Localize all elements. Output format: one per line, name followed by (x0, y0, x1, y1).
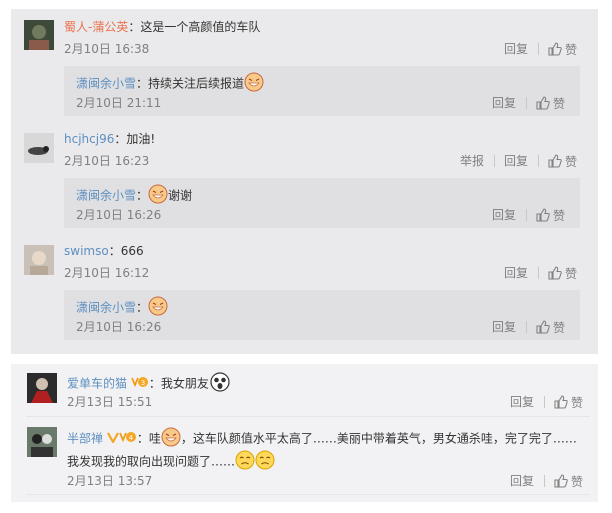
thumbs-up-icon (548, 154, 562, 168)
avatar[interactable] (24, 245, 54, 275)
thumbs-up-icon (536, 208, 550, 222)
verified-badge-icon (106, 431, 119, 447)
comment-time: 2月13日 13:57 (67, 474, 153, 488)
comment-text: 我女朋友 (160, 376, 209, 391)
report-button[interactable]: 举报 (460, 154, 484, 168)
reply-line: 潇闽余小雪：持续关注后续报道 (76, 72, 264, 96)
like-button[interactable]: 赞 (554, 474, 583, 489)
grin-emoji (148, 296, 168, 320)
comment-text: ，这车队颜值水平太高了……美丽中带着英气，男女通杀哇，完了完了…… (180, 431, 577, 446)
grin-emoji (161, 427, 181, 451)
sad-emoji (235, 450, 255, 474)
reply-button[interactable]: 回复 (504, 42, 528, 56)
shocked-emoji (209, 372, 231, 396)
divider (526, 209, 527, 221)
replier-name[interactable]: 潇闽余小雪 (76, 189, 136, 203)
divider (538, 43, 539, 55)
comment-text: 哇 (148, 431, 161, 446)
like-button[interactable]: 赞 (548, 42, 577, 57)
like-button[interactable]: 赞 (536, 320, 565, 335)
like-button[interactable]: 赞 (554, 395, 583, 410)
thumbs-up-icon (554, 395, 568, 409)
reply-button[interactable]: 回复 (504, 154, 528, 168)
reply-text: 持续关注后续报道 (148, 76, 245, 91)
comment-line: 我发现我的取向出现问题了…… (67, 450, 275, 474)
reply-text: 谢谢 (168, 188, 193, 203)
reply-time: 2月10日 21:11 (76, 96, 162, 110)
replier-name[interactable]: 潇闽余小雪 (76, 77, 136, 91)
reply-button[interactable]: 回复 (492, 208, 516, 222)
thumbs-up-icon (548, 42, 562, 56)
reply-line: 潇闽余小雪： (76, 296, 168, 320)
avatar[interactable] (24, 133, 54, 163)
divider (544, 396, 545, 408)
comment-line: 半部禅 4 ：哇 ，这车队颜值水平太高了……美丽中带着英气，男女通杀哇，完了完了…… (67, 427, 577, 451)
comment-text: 我发现我的取向出现问题了…… (67, 454, 236, 469)
like-button[interactable]: 赞 (548, 266, 577, 281)
reply-button[interactable]: 回复 (510, 395, 534, 409)
divider (494, 155, 495, 167)
grin-emoji (148, 184, 168, 208)
svg-text:3: 3 (141, 379, 145, 387)
replier-name[interactable]: 潇闽余小雪 (76, 301, 136, 315)
reply-time: 2月10日 16:26 (76, 208, 162, 222)
comment-divider (26, 416, 590, 417)
reply-time: 2月10日 16:26 (76, 320, 162, 334)
divider (538, 267, 539, 279)
reply-button[interactable]: 回复 (504, 266, 528, 280)
comment-divider (26, 494, 590, 495)
divider (526, 97, 527, 109)
svg-text:4: 4 (129, 434, 134, 442)
sad-emoji (255, 450, 275, 474)
commenter-name[interactable]: hcjhcj96 (64, 132, 114, 146)
like-button[interactable]: 赞 (548, 154, 577, 169)
comment-time: 2月10日 16:38 (64, 42, 150, 56)
avatar[interactable] (24, 20, 54, 50)
comment-time: 2月13日 15:51 (67, 395, 153, 409)
thumbs-up-icon (536, 320, 550, 334)
commenter-name[interactable]: 半部禅 (67, 432, 103, 446)
thumbs-up-icon (548, 266, 562, 280)
reply-button[interactable]: 回复 (492, 320, 516, 334)
like-button[interactable]: 赞 (536, 208, 565, 223)
vip-badge-icon: 3 (131, 375, 149, 393)
comment-line: swimso：666 (64, 244, 144, 258)
vip-badge-icon: 4 (119, 430, 137, 448)
comment-line: 蜀人-蒲公英：这是一个高颜值的车队 (64, 20, 261, 34)
thumbs-up-icon (536, 96, 550, 110)
divider (544, 475, 545, 487)
comment-text: 加油! (126, 132, 156, 146)
divider (538, 155, 539, 167)
comment-line: 爱单车的猫 3 ：我女朋友 (67, 372, 231, 396)
comment-text: 666 (120, 244, 144, 258)
avatar[interactable] (27, 427, 57, 457)
avatar[interactable] (27, 373, 57, 403)
thumbs-up-icon (554, 474, 568, 488)
commenter-name[interactable]: swimso (64, 244, 109, 258)
comment-time: 2月10日 16:23 (64, 154, 150, 168)
grin-emoji (244, 72, 264, 96)
reply-button[interactable]: 回复 (510, 474, 534, 488)
reply-button[interactable]: 回复 (492, 96, 516, 110)
comment-text: 这是一个高颜值的车队 (140, 20, 261, 34)
divider (526, 321, 527, 333)
reply-line: 潇闽余小雪： 谢谢 (76, 184, 192, 208)
commenter-name[interactable]: 蜀人-蒲公英 (64, 20, 128, 34)
comment-line: hcjhcj96：加油! (64, 132, 156, 146)
like-button[interactable]: 赞 (536, 96, 565, 111)
commenter-name[interactable]: 爱单车的猫 (67, 377, 127, 391)
comment-time: 2月10日 16:12 (64, 266, 150, 280)
